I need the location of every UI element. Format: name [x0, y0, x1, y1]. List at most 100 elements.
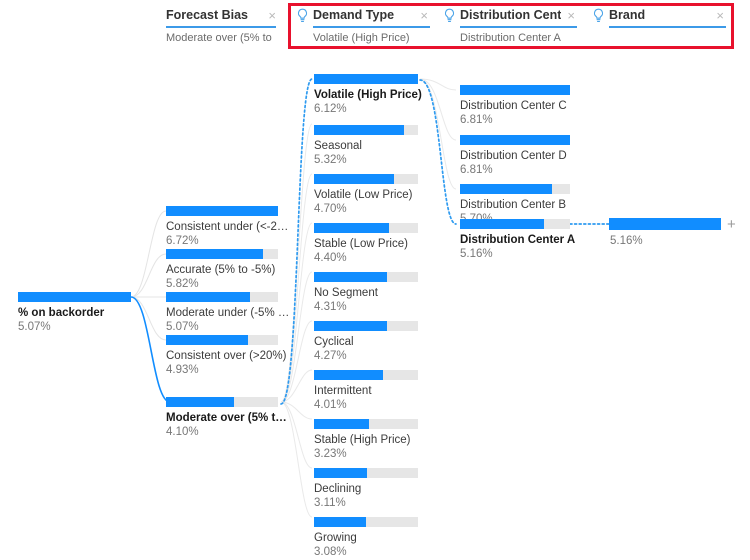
- level-header-2[interactable]: Demand Type × Volatile (High Price): [296, 6, 430, 44]
- node-label: Stable (High Price): [314, 434, 411, 446]
- tree-node[interactable]: Accurate (5% to -5%) 5.82%: [166, 249, 278, 291]
- level-underline: [166, 26, 276, 28]
- node-value: 3.08%: [314, 546, 347, 558]
- tree-node[interactable]: Distribution Center C 6.81%: [460, 85, 570, 127]
- node-label: % on backorder: [18, 307, 105, 319]
- node-bar[interactable]: [314, 419, 418, 429]
- node-bar-fill: [18, 292, 131, 302]
- level-close-icon[interactable]: ×: [414, 9, 428, 22]
- level-close-icon[interactable]: ×: [710, 9, 724, 22]
- tree-node[interactable]: % on backorder 5.07%: [18, 292, 131, 334]
- node-label: Declining: [314, 483, 362, 495]
- node-label: Distribution Center D: [460, 150, 567, 162]
- node-label: Distribution Center B: [460, 199, 567, 211]
- node-bar-fill: [166, 206, 278, 216]
- node-bar[interactable]: [314, 321, 418, 331]
- node-bar-fill: [460, 85, 570, 95]
- node-label: Cyclical: [314, 336, 354, 348]
- node-bar-fill: [460, 135, 570, 145]
- decomposition-tree: Forecast Bias × Moderate over (5% to … Dema…: [0, 0, 750, 560]
- node-bar[interactable]: [460, 184, 570, 194]
- level-selected-value: Distribution Center A: [460, 32, 561, 44]
- tree-node[interactable]: Moderate over (5% t… 4.10%: [166, 397, 287, 439]
- node-bar[interactable]: [460, 85, 570, 95]
- tree-node[interactable]: Moderate under (-5% … 5.07%: [166, 292, 289, 334]
- level-selected-value: Volatile (High Price): [313, 32, 410, 44]
- node-bar[interactable]: [166, 249, 278, 259]
- lightbulb-icon: [592, 8, 605, 23]
- node-bar-fill: [314, 174, 395, 184]
- node-label: Distribution Center C: [460, 100, 567, 112]
- node-bar[interactable]: [166, 397, 278, 407]
- node-bar[interactable]: [314, 74, 418, 84]
- node-value: 5.07%: [18, 321, 51, 333]
- node-bar-fill: [166, 249, 264, 259]
- node-bar-fill: [314, 468, 368, 478]
- level-header-3[interactable]: Distribution Cent…×Distribution Center A: [443, 6, 577, 44]
- node-value: 6.81%: [460, 164, 493, 176]
- node-bar[interactable]: [314, 468, 418, 478]
- node-bar[interactable]: [314, 223, 418, 233]
- node-bar[interactable]: [18, 292, 131, 302]
- node-value: 3.11%: [314, 497, 346, 509]
- tree-node[interactable]: 5.16%: [609, 218, 721, 248]
- node-bar[interactable]: [609, 218, 721, 230]
- tree-node[interactable]: Distribution Center D 6.81%: [460, 135, 570, 177]
- node-label: Intermittent: [314, 385, 372, 397]
- level-header-1[interactable]: Forecast Bias × Moderate over (5% to …: [166, 6, 276, 44]
- tree-node[interactable]: Volatile (High Price) 6.12%: [314, 74, 422, 116]
- node-bar-fill: [314, 419, 370, 429]
- node-label: Consistent over (>20%): [166, 350, 287, 362]
- node-bar[interactable]: [166, 292, 278, 302]
- node-bar-fill: [314, 517, 366, 527]
- node-bar[interactable]: [460, 219, 570, 229]
- lightbulb-icon: [443, 8, 456, 23]
- tree-node[interactable]: Intermittent 4.01%: [314, 370, 418, 412]
- tree-node[interactable]: Growing 3.08%: [314, 517, 418, 559]
- node-bar[interactable]: [314, 370, 418, 380]
- node-bar[interactable]: [460, 135, 570, 145]
- tree-node[interactable]: Seasonal 5.32%: [314, 125, 418, 167]
- node-label: Volatile (Low Price): [314, 189, 413, 201]
- node-bar[interactable]: [166, 335, 278, 345]
- node-label: Stable (Low Price): [314, 238, 408, 250]
- level-close-icon[interactable]: ×: [561, 9, 575, 22]
- tree-node[interactable]: Declining 3.11%: [314, 468, 418, 510]
- level-title: Forecast Bias: [166, 8, 248, 22]
- node-bar[interactable]: [314, 125, 418, 135]
- tree-node[interactable]: Cyclical 4.27%: [314, 321, 418, 363]
- tree-node[interactable]: Distribution Center A 5.16%: [460, 219, 575, 261]
- node-bar[interactable]: [314, 272, 418, 282]
- tree-node[interactable]: No Segment 4.31%: [314, 272, 418, 314]
- tree-node[interactable]: Consistent under (<-2… 6.72%: [166, 206, 288, 248]
- node-label: Volatile (High Price): [314, 89, 422, 101]
- tree-node[interactable]: Stable (High Price) 3.23%: [314, 419, 418, 461]
- node-value: 6.81%: [460, 114, 493, 126]
- node-value: 4.40%: [314, 252, 347, 264]
- node-bar-fill: [314, 370, 383, 380]
- level-header-4[interactable]: Brand ×: [592, 6, 726, 28]
- node-value: 6.12%: [314, 103, 347, 115]
- tree-node[interactable]: Stable (Low Price) 4.40%: [314, 223, 418, 265]
- tree-node[interactable]: Volatile (Low Price) 4.70%: [314, 174, 418, 216]
- level-underline: [313, 26, 430, 28]
- node-value: 4.27%: [314, 350, 347, 362]
- level-selected-value: Moderate over (5% to …: [166, 32, 276, 44]
- node-label: No Segment: [314, 287, 378, 299]
- node-value: 5.82%: [166, 278, 199, 290]
- level-close-icon[interactable]: ×: [262, 9, 276, 22]
- level-title: Distribution Cent…: [460, 8, 562, 22]
- node-bar-fill: [166, 335, 248, 345]
- node-label: Accurate (5% to -5%): [166, 264, 276, 276]
- node-value: 4.31%: [314, 301, 347, 313]
- node-label: Growing: [314, 532, 357, 544]
- node-bar-fill: [166, 292, 250, 302]
- tree-node[interactable]: Consistent over (>20%) 4.93%: [166, 335, 287, 377]
- node-bar[interactable]: [314, 517, 418, 527]
- node-label: Moderate over (5% t…: [166, 412, 287, 424]
- expand-brand-button[interactable]: +: [727, 217, 736, 232]
- level-underline: [460, 26, 577, 28]
- node-bar[interactable]: [314, 174, 418, 184]
- level-title: Demand Type: [313, 8, 395, 22]
- node-bar[interactable]: [166, 206, 278, 216]
